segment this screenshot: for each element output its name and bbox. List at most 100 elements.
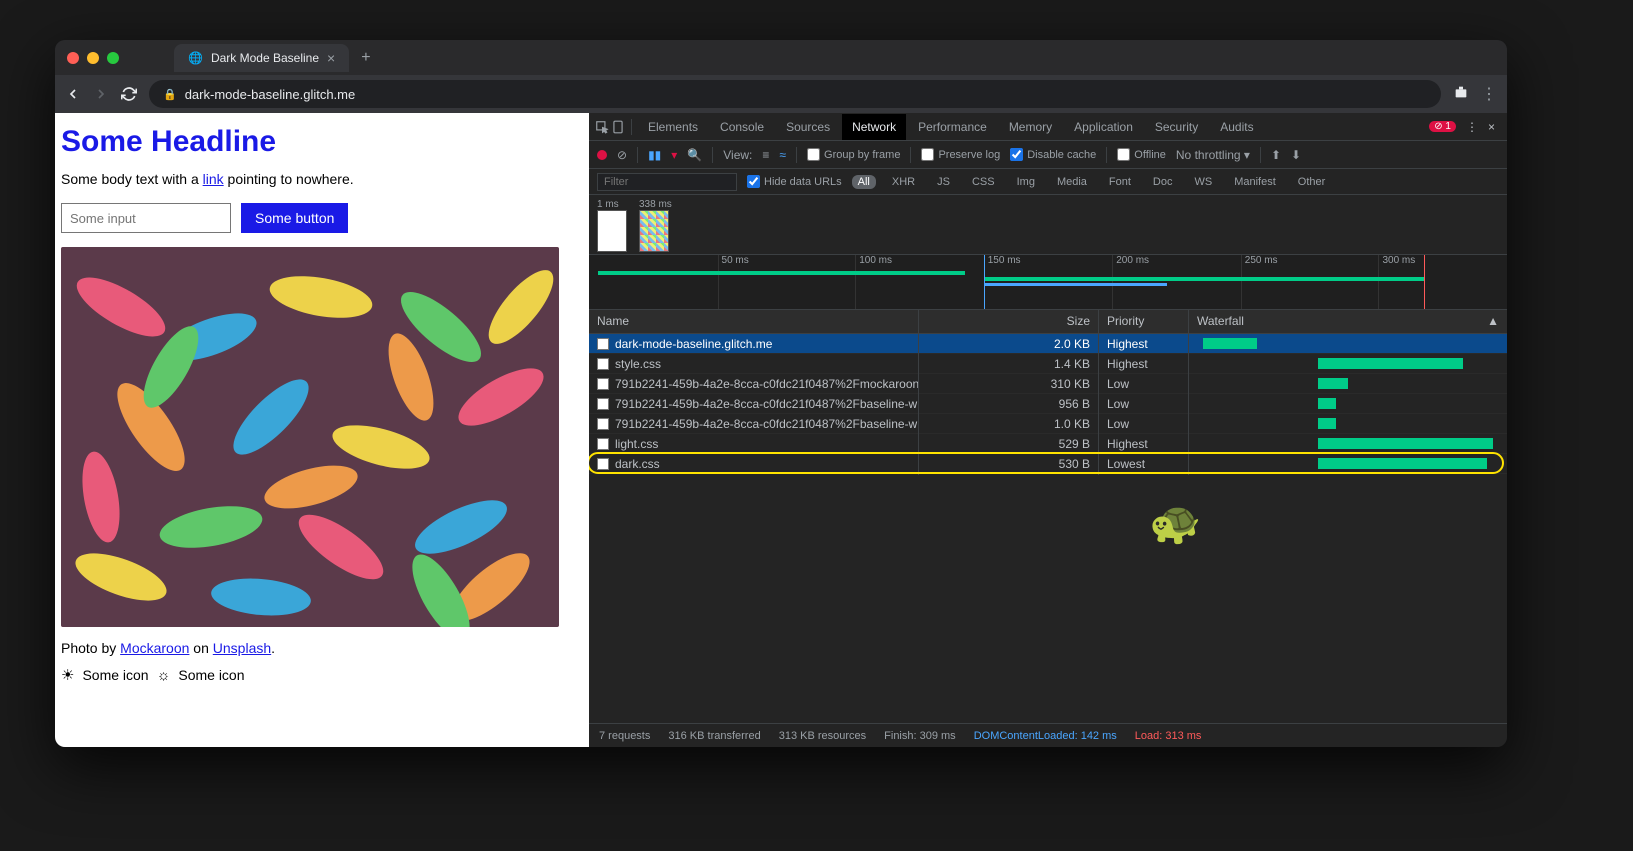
request-row[interactable]: 791b2241-459b-4a2e-8cca-c0fdc21f0487%2Fb… xyxy=(589,414,1507,434)
browser-tab[interactable]: 🌐 Dark Mode Baseline × xyxy=(174,44,349,72)
request-row[interactable]: light.css 529 BHighest xyxy=(589,434,1507,454)
request-size: 2.0 KB xyxy=(919,334,1099,355)
group-by-frame-checkbox[interactable]: Group by frame xyxy=(807,148,900,161)
tab-application[interactable]: Application xyxy=(1064,114,1143,140)
maximize-window-button[interactable] xyxy=(107,52,119,64)
offline-checkbox[interactable]: Offline xyxy=(1117,148,1166,161)
close-tab-icon[interactable]: × xyxy=(327,50,335,66)
forward-button[interactable] xyxy=(93,86,109,102)
menu-icon[interactable]: ⋮ xyxy=(1481,84,1497,104)
waterfall-bar xyxy=(1318,458,1487,469)
request-name: dark.css xyxy=(615,457,660,471)
address-bar[interactable]: 🔒 dark-mode-baseline.glitch.me xyxy=(149,80,1441,108)
disable-cache-checkbox[interactable]: Disable cache xyxy=(1010,148,1096,161)
preserve-log-checkbox[interactable]: Preserve log xyxy=(921,148,1000,161)
request-priority: Highest xyxy=(1099,353,1189,375)
view-label: View: xyxy=(723,148,752,162)
request-name: style.css xyxy=(615,357,661,371)
devtools-close-icon[interactable]: × xyxy=(1488,120,1495,134)
filter-doc[interactable]: Doc xyxy=(1147,175,1179,189)
tab-audits[interactable]: Audits xyxy=(1210,114,1263,140)
thumb-1[interactable] xyxy=(597,210,627,252)
request-row[interactable]: 791b2241-459b-4a2e-8cca-c0fdc21f0487%2Fb… xyxy=(589,394,1507,414)
filter-xhr[interactable]: XHR xyxy=(886,175,921,189)
waterfall-bar xyxy=(1318,418,1336,429)
request-size: 1.0 KB xyxy=(919,413,1099,435)
body-link[interactable]: link xyxy=(203,171,224,187)
filter-all[interactable]: All xyxy=(852,175,876,189)
tab-network[interactable]: Network xyxy=(842,114,906,140)
filmstrip-icon[interactable]: ▮▮ xyxy=(648,148,661,162)
inspect-icon[interactable] xyxy=(595,120,609,134)
download-icon[interactable]: ⬆ xyxy=(1271,148,1281,162)
waterfall-icon[interactable]: ≈ xyxy=(779,148,786,162)
request-name: light.css xyxy=(615,437,658,451)
devtools-more-icon[interactable]: ⋮ xyxy=(1466,120,1478,134)
thumb-2[interactable] xyxy=(639,210,669,252)
large-rows-icon[interactable]: ≡ xyxy=(762,148,769,162)
file-icon xyxy=(597,358,609,370)
filter-input[interactable] xyxy=(597,173,737,191)
request-name: 791b2241-459b-4a2e-8cca-c0fdc21f0487%2Fm… xyxy=(615,377,919,391)
request-row[interactable]: style.css1.4 KBHighest xyxy=(589,354,1507,374)
request-grid: dark-mode-baseline.glitch.me2.0 KBHighes… xyxy=(589,334,1507,723)
minimize-window-button[interactable] xyxy=(87,52,99,64)
extensions-icon[interactable] xyxy=(1453,84,1469,105)
record-button[interactable] xyxy=(597,150,607,160)
close-window-button[interactable] xyxy=(67,52,79,64)
filter-media[interactable]: Media xyxy=(1051,175,1093,189)
icon-row: ☀ Some icon ☼ Some icon xyxy=(61,666,583,684)
filter-manifest[interactable]: Manifest xyxy=(1228,175,1282,189)
filter-other[interactable]: Other xyxy=(1292,175,1332,189)
tab-elements[interactable]: Elements xyxy=(638,114,708,140)
file-icon xyxy=(597,418,609,430)
col-size[interactable]: Size xyxy=(919,310,1099,333)
some-button[interactable]: Some button xyxy=(241,203,348,233)
filter-js[interactable]: JS xyxy=(931,175,956,189)
col-priority[interactable]: Priority xyxy=(1099,310,1189,333)
col-waterfall[interactable]: Waterfall▲ xyxy=(1189,310,1507,333)
hide-data-urls-checkbox[interactable]: Hide data URLs xyxy=(747,175,842,188)
filter-font[interactable]: Font xyxy=(1103,175,1137,189)
devtools-tabs: Elements Console Sources Network Perform… xyxy=(589,113,1507,141)
col-name[interactable]: Name xyxy=(589,310,919,333)
thumb-label-2: 338 ms xyxy=(639,199,672,210)
clear-icon[interactable]: ⊘ xyxy=(617,148,627,162)
request-priority: Highest xyxy=(1099,433,1189,455)
reload-button[interactable] xyxy=(121,86,137,102)
author-link[interactable]: Mockaroon xyxy=(120,640,189,656)
timeline-overview[interactable]: 50 ms 100 ms 150 ms 200 ms 250 ms 300 ms xyxy=(589,255,1507,310)
browser-window: 🌐 Dark Mode Baseline × + 🔒 dark-mode-bas… xyxy=(55,40,1507,747)
new-tab-button[interactable]: + xyxy=(361,49,370,67)
tab-security[interactable]: Security xyxy=(1145,114,1208,140)
sort-icon: ▲ xyxy=(1487,314,1499,329)
tab-sources[interactable]: Sources xyxy=(776,114,840,140)
filter-ws[interactable]: WS xyxy=(1188,175,1218,189)
status-dcl: DOMContentLoaded: 142 ms xyxy=(974,730,1117,742)
filter-css[interactable]: CSS xyxy=(966,175,1001,189)
upload-icon[interactable]: ⬇ xyxy=(1291,148,1301,162)
request-row[interactable]: dark.css530 BLowest xyxy=(589,454,1507,474)
tab-memory[interactable]: Memory xyxy=(999,114,1062,140)
request-row[interactable]: dark-mode-baseline.glitch.me2.0 KBHighes… xyxy=(589,334,1507,354)
titlebar: 🌐 Dark Mode Baseline × + xyxy=(55,40,1507,75)
request-size: 529 B xyxy=(919,433,1099,455)
error-badge[interactable]: ⊘ 1 xyxy=(1429,121,1456,132)
tab-performance[interactable]: Performance xyxy=(908,114,997,140)
request-name: 791b2241-459b-4a2e-8cca-c0fdc21f0487%2Fb… xyxy=(615,417,919,431)
photo-caption: Photo by Mockaroon on Unsplash. xyxy=(61,640,583,656)
content-area: Some Headline Some body text with a link… xyxy=(55,113,1507,747)
tab-console[interactable]: Console xyxy=(710,114,774,140)
tab-title: Dark Mode Baseline xyxy=(211,51,319,65)
device-icon[interactable] xyxy=(611,120,625,134)
back-button[interactable] xyxy=(65,86,81,102)
unsplash-link[interactable]: Unsplash xyxy=(213,640,271,656)
filter-icon[interactable]: ▾ xyxy=(671,148,677,162)
throttling-select[interactable]: No throttling ▾ xyxy=(1176,148,1250,162)
filter-img[interactable]: Img xyxy=(1011,175,1041,189)
waterfall-bar xyxy=(1318,358,1463,369)
request-row[interactable]: 791b2241-459b-4a2e-8cca-c0fdc21f0487%2Fm… xyxy=(589,374,1507,394)
file-icon xyxy=(597,398,609,410)
search-icon[interactable]: 🔍 xyxy=(687,148,702,162)
text-input[interactable] xyxy=(61,203,231,233)
